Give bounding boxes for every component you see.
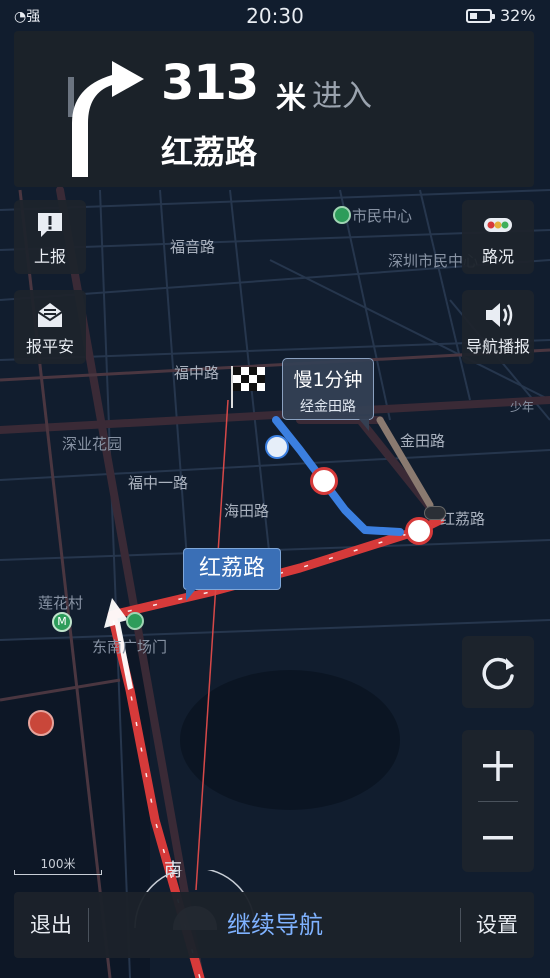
report-label: 上报 — [33, 247, 66, 266]
voice-broadcast-label: 导航播报 — [465, 337, 530, 356]
poi-icon — [333, 206, 351, 224]
area-label: 深业花园 — [62, 435, 123, 453]
scale-bar — [14, 870, 102, 875]
traffic-button[interactable]: 路况 — [462, 200, 534, 274]
refresh-route-button[interactable] — [462, 636, 534, 708]
traffic-signal-icon — [424, 506, 446, 520]
park-icon — [126, 612, 144, 630]
destination-flag-icon — [231, 366, 265, 408]
metro-icon: M — [52, 612, 72, 632]
road-label: 福中路 — [174, 364, 220, 382]
exit-button[interactable]: 退出 — [14, 892, 88, 958]
report-button[interactable]: 上报 — [14, 200, 86, 274]
zoom-out-button[interactable] — [462, 802, 534, 872]
report-safety-label: 报平安 — [25, 337, 74, 356]
maneuver-action: 进入 — [312, 79, 372, 114]
road-label: 福音路 — [170, 238, 216, 256]
alt-route-via: 经金田路 — [300, 399, 356, 415]
settings-button[interactable]: 设置 — [460, 892, 534, 958]
turn-guidance-panel: 313 米 进入 红荔路 — [14, 31, 534, 187]
battery-icon — [466, 9, 495, 23]
bottom-action-bar: 退出 继续导航 设置 — [14, 892, 534, 958]
area-label: 莲花村 — [38, 594, 84, 612]
speed-camera-icon — [310, 467, 338, 495]
battery-percent: 32% — [500, 6, 536, 25]
speaker-icon — [486, 303, 513, 327]
road-label: 海田路 — [224, 502, 270, 520]
continue-navigation-button[interactable]: 继续导航 — [89, 892, 461, 958]
map-scale: 100米 — [12, 855, 104, 877]
report-icon — [38, 213, 62, 237]
gas-station-icon — [28, 710, 54, 736]
alt-route-bubble[interactable]: 慢1分钟 经金田路 — [282, 358, 374, 431]
road-label: 金田路 — [400, 432, 446, 450]
distance-unit: 米 — [276, 81, 306, 116]
status-bar: ◔强 20:30 32% — [0, 0, 550, 32]
road-label: 红荔路 — [440, 510, 486, 528]
zoom-control — [462, 730, 534, 872]
area-label: 少年 — [510, 400, 535, 414]
pedestrian-icon — [265, 435, 289, 459]
refresh-icon — [482, 657, 514, 690]
envelope-icon — [37, 303, 63, 327]
road-name-bubble: 红荔路 — [183, 548, 281, 601]
poi-civic-center: 市民中心 — [352, 207, 413, 225]
next-road-name: 红荔路 — [161, 133, 258, 171]
traffic-label: 路况 — [481, 247, 514, 266]
area-label: 东南广场门 — [92, 638, 168, 656]
road-label: 福中一路 — [128, 474, 189, 492]
traffic-light-icon — [484, 218, 512, 232]
voice-broadcast-button[interactable]: 导航播报 — [462, 290, 534, 364]
zoom-in-button[interactable] — [462, 730, 534, 801]
bear-right-arrow-icon — [68, 61, 144, 177]
distance-value: 313 — [161, 55, 259, 111]
report-safety-button[interactable]: 报平安 — [14, 290, 86, 364]
alt-route-time: 慢1分钟 — [293, 369, 363, 391]
speed-camera-icon — [405, 517, 433, 545]
